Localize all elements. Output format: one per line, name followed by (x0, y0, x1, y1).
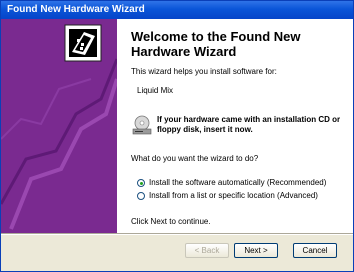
page-title: Welcome to the Found New Hardware Wizard (131, 29, 301, 59)
intro-text: This wizard helps you install software f… (131, 67, 277, 76)
hardware-wizard-icon (64, 24, 102, 62)
next-button[interactable]: Next > (234, 243, 278, 258)
option-label[interactable]: Install the software automatically (Reco… (149, 177, 326, 189)
wizard-window: Found New Hardware Wizard Welcome to the… (0, 0, 354, 272)
question-text: What do you want the wizard to do? (131, 154, 259, 163)
wizard-banner (1, 19, 117, 233)
back-button[interactable]: < Back (185, 243, 229, 258)
option-label[interactable]: Install from a list or specific location… (149, 190, 318, 202)
banner-graphic (1, 24, 117, 230)
footer-divider (1, 233, 353, 235)
window-title[interactable]: Found New Hardware Wizard (1, 1, 353, 19)
cd-drive-icon (132, 115, 152, 135)
device-name: Liquid Mix (137, 86, 174, 95)
radio-selected-icon[interactable] (137, 179, 145, 187)
radio-unselected-icon[interactable] (137, 192, 145, 200)
continue-text: Click Next to continue. (131, 217, 211, 226)
cd-prompt-text: If your hardware came with an installati… (157, 115, 341, 134)
option-install-from-list[interactable]: Install from a list or specific location… (137, 190, 318, 202)
option-install-automatically[interactable]: Install the software automatically (Reco… (137, 177, 326, 189)
cancel-button[interactable]: Cancel (293, 243, 337, 258)
wizard-content: Welcome to the Found New Hardware Wizard… (117, 19, 353, 233)
